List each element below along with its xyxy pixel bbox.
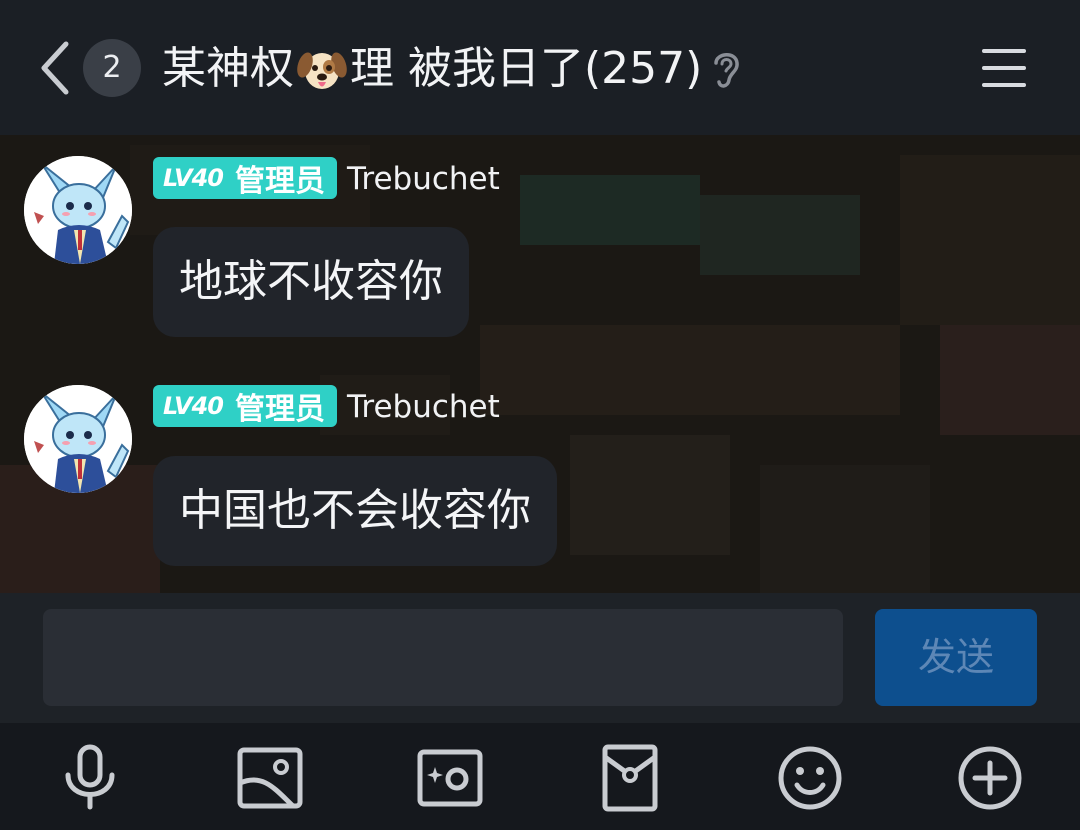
plus-circle-icon	[958, 746, 1022, 810]
chat-title: 某神权 理 被我日了(257)	[162, 38, 702, 100]
message-input[interactable]	[43, 609, 843, 706]
message-bubble[interactable]: 中国也不会收容你	[153, 456, 557, 566]
back-button[interactable]	[36, 40, 78, 96]
dog-face-emoji-icon	[296, 43, 348, 95]
avatar[interactable]	[24, 156, 132, 264]
blue-pokemon-avatar-icon	[24, 156, 132, 264]
title-text-end: 理 被我日了(257)	[350, 43, 703, 94]
chat-header: 2 某神权 理 被我日了(257)	[0, 0, 1080, 135]
blue-pokemon-avatar-icon	[24, 385, 132, 493]
role-text: 管理员	[234, 164, 325, 199]
bottom-toolbar	[0, 723, 1080, 830]
microphone-icon	[65, 744, 115, 810]
avatar[interactable]	[24, 385, 132, 493]
chevron-left-icon	[41, 41, 69, 95]
send-button[interactable]: 发送	[875, 609, 1037, 706]
unread-count-badge[interactable]: 2	[83, 39, 141, 97]
ear-icon[interactable]	[708, 47, 744, 91]
sender-name[interactable]: Trebuchet	[347, 157, 500, 201]
level-badge: LV40 管理员	[153, 157, 337, 199]
camera-button[interactable]	[415, 743, 485, 813]
level-text: LV40	[163, 164, 224, 192]
menu-button[interactable]	[980, 46, 1028, 90]
emoji-button[interactable]	[775, 743, 845, 813]
emoji-smile-icon	[778, 746, 842, 810]
composer-bar: 发送	[0, 593, 1080, 723]
gallery-button[interactable]	[235, 743, 305, 813]
image-icon	[237, 747, 303, 809]
level-text: LV40	[163, 392, 224, 420]
more-button[interactable]	[955, 743, 1025, 813]
role-text: 管理员	[234, 392, 325, 427]
level-badge: LV40 管理员	[153, 385, 337, 427]
sender-name[interactable]: Trebuchet	[347, 385, 500, 429]
title-text-start: 某神权	[162, 43, 294, 94]
red-packet-icon	[602, 744, 658, 812]
message-list[interactable]: LV40 管理员 Trebuchet 地球不收容你 LV40 管理员 Trebu…	[0, 135, 1080, 593]
hamburger-menu-icon	[982, 49, 1026, 87]
camera-icon	[417, 749, 483, 807]
red-packet-button[interactable]	[595, 743, 665, 813]
voice-button[interactable]	[55, 743, 125, 813]
message-bubble[interactable]: 地球不收容你	[153, 227, 469, 337]
